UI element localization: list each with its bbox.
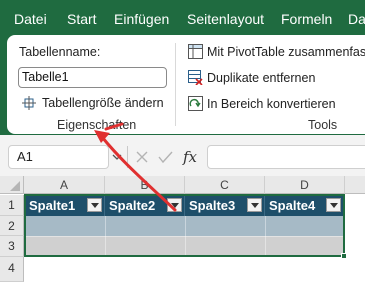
annotation-arrow xyxy=(94,122,177,212)
